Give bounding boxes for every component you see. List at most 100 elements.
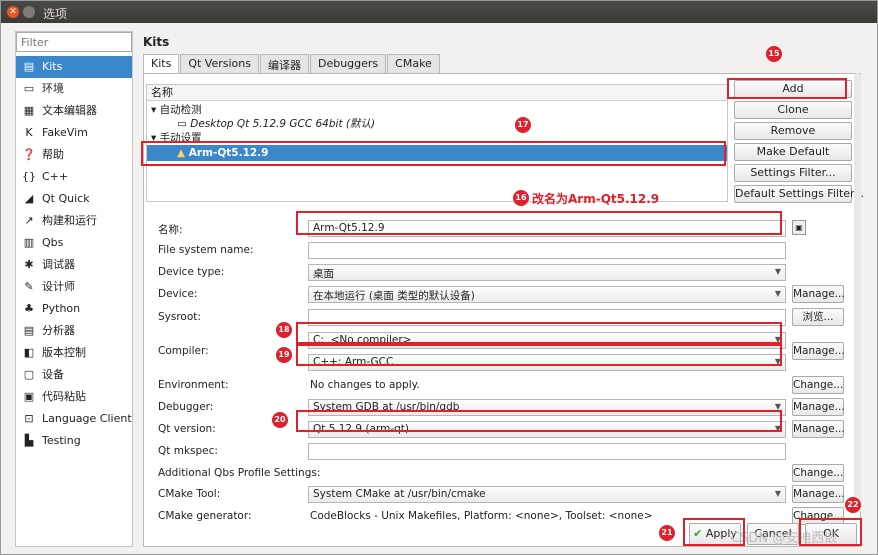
tab-qt-versions[interactable]: Qt Versions: [180, 54, 259, 73]
sidebar-item--[interactable]: ▢ 设备: [16, 364, 132, 386]
add-button[interactable]: Add: [734, 80, 852, 98]
cmake-tool-label: CMake Tool:: [158, 488, 221, 500]
tree-header: 名称: [147, 85, 727, 101]
sidebar-item--[interactable]: ▦ 文本编辑器: [16, 100, 132, 122]
sidebar-item-label: Qt Quick: [42, 192, 90, 205]
compiler-manage-button[interactable]: Manage...: [792, 342, 845, 360]
sidebar-item-c-[interactable]: {} C++: [16, 166, 132, 188]
sidebar-item-language-client[interactable]: ⊡ Language Client: [16, 408, 132, 430]
qbs-change-button[interactable]: Change...: [792, 464, 844, 482]
remove-button[interactable]: Remove: [734, 122, 852, 140]
chevron-down-icon: ▼: [774, 289, 781, 298]
qtversion-combo[interactable]: Qt 5.12.9 (arm-qt) ▼: [308, 421, 786, 438]
sidebar-item-kits[interactable]: ▤ Kits: [16, 56, 132, 78]
tab-debuggers[interactable]: Debuggers: [309, 54, 387, 73]
build-run-icon: ↗: [24, 214, 34, 227]
sidebar-item-python[interactable]: ♣ Python: [16, 298, 132, 320]
tree-group-auto-label: 自动检测: [159, 104, 202, 116]
chevron-down-icon: ▼: [774, 402, 781, 411]
cmake-tool-combo[interactable]: System CMake at /usr/bin/cmake ▼: [308, 486, 786, 503]
sidebar-item-fakevim[interactable]: K FakeVim: [16, 122, 132, 144]
sidebar-item--[interactable]: ◧ 版本控制: [16, 342, 132, 364]
sidebar: ▤ Kits ▭ 环境 ▦ 文本编辑器 K FakeVim ❓ 帮助 {} C++ ◢ Qt Quick ↗…: [15, 31, 133, 547]
sysroot-field[interactable]: [308, 309, 786, 326]
window-menu-icon[interactable]: [23, 6, 35, 18]
fs-name-field[interactable]: [308, 242, 786, 259]
device-type-label: Device type:: [158, 266, 225, 278]
debugger-icon: ✱: [24, 258, 34, 271]
options-window: ✕ 选项 ▤ Kits ▭ 环境 ▦ 文本编辑器 K FakeVim ❓ 帮助 {} C++ ◢ Qt Q…: [0, 0, 878, 555]
clone-button[interactable]: Clone: [734, 101, 852, 119]
debugger-value: System GDB at /usr/bin/gdb: [313, 401, 460, 413]
compiler-cpp-value: Arm-GCC: [344, 356, 394, 368]
fakevim-icon: K: [25, 126, 33, 139]
sidebar-item--[interactable]: ↗ 构建和运行: [16, 210, 132, 232]
debugger-manage-button[interactable]: Manage...: [792, 398, 845, 416]
qtmkspec-field[interactable]: [308, 443, 786, 460]
check-icon: ✔: [693, 527, 703, 540]
tree-group-auto[interactable]: ▾ 自动检测: [147, 103, 727, 117]
device-type-combo[interactable]: 桌面 ▼: [308, 264, 786, 281]
settings-filter-button[interactable]: Settings Filter...: [734, 164, 852, 182]
sidebar-item-label: Python: [42, 302, 81, 315]
tree-item-manual-kit[interactable]: ▲ Arm-Qt5.12.9: [147, 145, 727, 161]
tree-group-manual[interactable]: ▾ 手动设置: [147, 131, 727, 145]
device-combo[interactable]: 在本地运行 (桌面 类型的默认设备) ▼: [308, 286, 786, 303]
tab-cmake[interactable]: CMake: [387, 54, 440, 73]
tree-group-manual-label: 手动设置: [159, 132, 202, 144]
compiler-cpp-combo[interactable]: C++: Arm-GCC ▼: [308, 354, 786, 371]
environment-change-button[interactable]: Change...: [792, 376, 844, 394]
qtquick-icon: ◢: [24, 192, 34, 205]
name-field[interactable]: Arm-Qt5.12.9: [308, 220, 786, 237]
scrollbar[interactable]: [854, 73, 861, 513]
qtversion-manage-button[interactable]: Manage...: [792, 420, 845, 438]
sidebar-item--[interactable]: ✱ 调试器: [16, 254, 132, 276]
sidebar-item-label: 分析器: [42, 324, 75, 337]
sidebar-item--[interactable]: ▣ 代码粘贴: [16, 386, 132, 408]
sidebar-item--[interactable]: ▤ 分析器: [16, 320, 132, 342]
testing-icon: ▙: [24, 434, 34, 447]
sidebar-item--[interactable]: ✎ 设计师: [16, 276, 132, 298]
tree-item-auto-kit[interactable]: ▭ Desktop Qt 5.12.9 GCC 64bit (默认): [147, 117, 727, 131]
device-value: 在本地运行 (桌面 类型的默认设备): [313, 290, 475, 302]
default-settings-filter-button[interactable]: Default Settings Filter...: [734, 185, 864, 203]
tab-kits[interactable]: Kits: [143, 54, 180, 74]
chevron-down-icon: ▼: [774, 357, 781, 366]
kit-icon-button[interactable]: ▣: [792, 220, 806, 235]
debugger-combo[interactable]: System GDB at /usr/bin/gdb ▼: [308, 399, 786, 416]
tab-compilers[interactable]: 编译器: [259, 54, 309, 73]
compiler-c-combo[interactable]: C: <No compiler> ▼: [308, 332, 786, 349]
compiler-label: Compiler:: [158, 345, 209, 357]
make-default-button[interactable]: Make Default: [734, 143, 852, 161]
device-manage-button[interactable]: Manage...: [792, 285, 845, 303]
expand-arrow-icon[interactable]: ▾: [151, 104, 156, 116]
sidebar-item-qbs[interactable]: ▥ Qbs: [16, 232, 132, 254]
sidebar-item-testing[interactable]: ▙ Testing: [16, 430, 132, 452]
close-icon[interactable]: ✕: [7, 6, 19, 18]
badge-20: 20: [272, 412, 288, 428]
sidebar-item--[interactable]: ❓ 帮助: [16, 144, 132, 166]
chevron-down-icon: ▼: [774, 335, 781, 344]
watermark: CSDN @安迪西嵌: [731, 531, 838, 546]
cmake-tool-value: System CMake at /usr/bin/cmake: [313, 488, 486, 500]
expand-arrow-icon[interactable]: ▾: [151, 132, 156, 144]
monitor-icon: ▤: [23, 60, 35, 73]
filter-input[interactable]: [16, 32, 132, 52]
name-label: 名称:: [158, 224, 183, 236]
cmake-generator-value: CodeBlocks - Unix Makefiles, Platform: <…: [310, 510, 653, 522]
browse-button[interactable]: 浏览...: [792, 308, 844, 326]
kits-tree[interactable]: 名称 ▾ 自动检测 ▭ Desktop Qt 5.12.9 GCC 64bit …: [146, 84, 728, 202]
badge-21: 21: [659, 525, 675, 541]
environment-icon: ▭: [23, 82, 35, 95]
sidebar-item-label: 调试器: [42, 258, 75, 271]
sidebar-nav: ▤ Kits ▭ 环境 ▦ 文本编辑器 K FakeVim ❓ 帮助 {} C++ ◢ Qt Quick ↗…: [16, 56, 132, 452]
qtversion-value: Qt 5.12.9 (arm-qt): [313, 423, 410, 435]
version-control-icon: ◧: [23, 346, 35, 359]
sidebar-item-qt-quick[interactable]: ◢ Qt Quick: [16, 188, 132, 210]
sidebar-item-label: 版本控制: [42, 346, 86, 359]
sidebar-item-label: FakeVim: [42, 126, 88, 139]
sidebar-item--[interactable]: ▭ 环境: [16, 78, 132, 100]
warning-icon: ▲: [177, 147, 186, 159]
cmake-tool-manage-button[interactable]: Manage...: [792, 485, 845, 503]
sidebar-item-label: C++: [42, 170, 69, 183]
